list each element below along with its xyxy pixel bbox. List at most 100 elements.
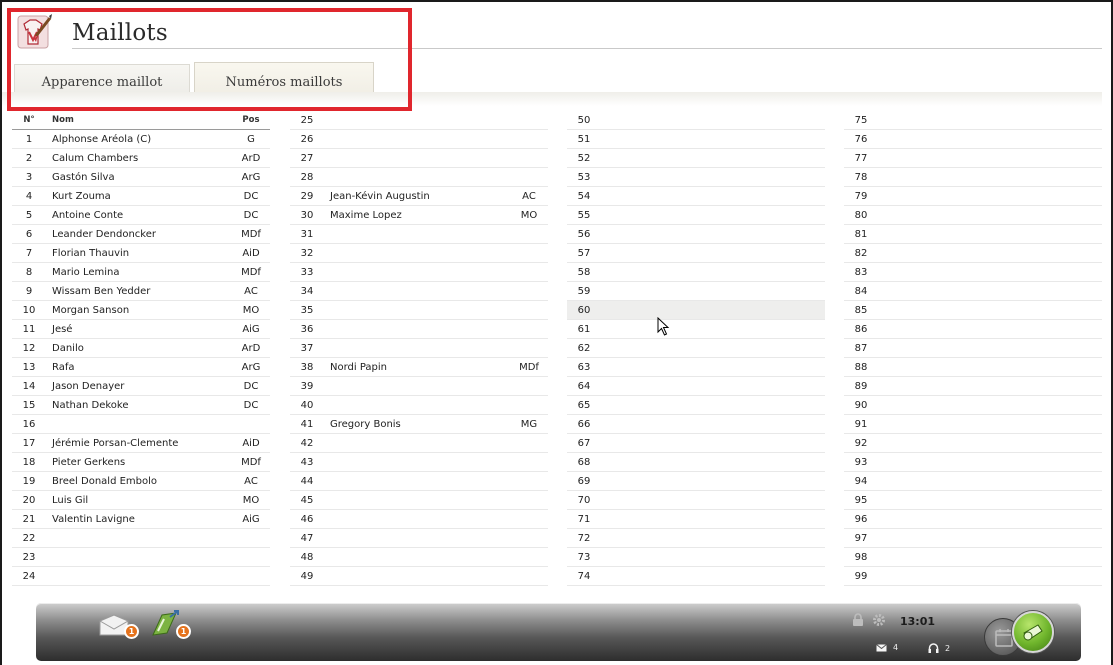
table-row[interactable]: 31 <box>290 225 548 244</box>
table-row[interactable]: 77 <box>844 149 1102 168</box>
table-row[interactable]: 99 <box>844 567 1102 586</box>
table-row[interactable]: 96 <box>844 510 1102 529</box>
support-indicator[interactable]: 2 <box>928 643 950 654</box>
table-row[interactable]: 90 <box>844 396 1102 415</box>
table-row[interactable]: 39 <box>290 377 548 396</box>
table-row[interactable]: 84 <box>844 282 1102 301</box>
table-row[interactable]: 79 <box>844 187 1102 206</box>
table-row[interactable]: 94 <box>844 472 1102 491</box>
table-row[interactable]: 11 Jesé AiG <box>12 320 270 339</box>
table-row[interactable]: 57 <box>567 244 825 263</box>
table-row[interactable]: 10 Morgan Sanson MO <box>12 301 270 320</box>
table-row[interactable]: 80 <box>844 206 1102 225</box>
table-row[interactable]: 7 Florian Thauvin AiD <box>12 244 270 263</box>
table-row[interactable]: 25 <box>290 111 548 130</box>
table-row[interactable]: 83 <box>844 263 1102 282</box>
table-row[interactable]: 42 <box>290 434 548 453</box>
table-row[interactable]: 16 <box>12 415 270 434</box>
messages-indicator[interactable]: 4 <box>876 643 898 652</box>
table-row[interactable]: 64 <box>567 377 825 396</box>
table-row[interactable]: 35 <box>290 301 548 320</box>
table-row[interactable]: 89 <box>844 377 1102 396</box>
table-row[interactable]: 12 Danilo ArD <box>12 339 270 358</box>
table-row[interactable]: 33 <box>290 263 548 282</box>
table-row[interactable]: 66 <box>567 415 825 434</box>
table-row[interactable]: 50 <box>567 111 825 130</box>
continue-button[interactable] <box>1012 611 1054 653</box>
table-row[interactable]: 65 <box>567 396 825 415</box>
table-row[interactable]: 46 <box>290 510 548 529</box>
table-row[interactable]: 97 <box>844 529 1102 548</box>
table-row[interactable]: 36 <box>290 320 548 339</box>
table-row[interactable]: 4 Kurt Zouma DC <box>12 187 270 206</box>
table-row[interactable]: 59 <box>567 282 825 301</box>
table-row[interactable]: 49 <box>290 567 548 586</box>
table-row[interactable]: 47 <box>290 529 548 548</box>
lock-icon[interactable] <box>852 612 864 631</box>
table-row[interactable]: 8 Mario Lemina MDf <box>12 263 270 282</box>
table-row[interactable]: 76 <box>844 130 1102 149</box>
table-row[interactable]: 18 Pieter Gerkens MDf <box>12 453 270 472</box>
table-row[interactable]: 51 <box>567 130 825 149</box>
table-row[interactable]: 23 <box>12 548 270 567</box>
table-row[interactable]: 41 Gregory Bonis MG <box>290 415 548 434</box>
table-row[interactable]: 75 <box>844 111 1102 130</box>
table-row[interactable]: 30 Maxime Lopez MO <box>290 206 548 225</box>
table-row[interactable]: 74 <box>567 567 825 586</box>
table-row[interactable]: 2 Calum Chambers ArD <box>12 149 270 168</box>
table-row[interactable]: 72 <box>567 529 825 548</box>
table-row[interactable]: 69 <box>567 472 825 491</box>
table-row[interactable]: 58 <box>567 263 825 282</box>
table-row[interactable]: 45 <box>290 491 548 510</box>
table-row[interactable]: 81 <box>844 225 1102 244</box>
table-row[interactable]: 56 <box>567 225 825 244</box>
table-row[interactable]: 68 <box>567 453 825 472</box>
table-row[interactable]: 78 <box>844 168 1102 187</box>
table-row[interactable]: 98 <box>844 548 1102 567</box>
gear-icon[interactable] <box>872 612 886 631</box>
table-row[interactable]: 63 <box>567 358 825 377</box>
table-row[interactable]: 17 Jérémie Porsan-Clemente AiD <box>12 434 270 453</box>
table-row[interactable]: 53 <box>567 168 825 187</box>
table-row[interactable]: 85 <box>844 301 1102 320</box>
table-row[interactable]: 22 <box>12 529 270 548</box>
table-row[interactable]: 48 <box>290 548 548 567</box>
table-row[interactable]: 5 Antoine Conte DC <box>12 206 270 225</box>
table-row[interactable]: 86 <box>844 320 1102 339</box>
table-row[interactable]: 55 <box>567 206 825 225</box>
table-row[interactable]: 93 <box>844 453 1102 472</box>
table-row[interactable]: 43 <box>290 453 548 472</box>
table-row[interactable]: 88 <box>844 358 1102 377</box>
table-row[interactable]: 70 <box>567 491 825 510</box>
table-row[interactable]: 24 <box>12 567 270 586</box>
table-row[interactable]: 61 <box>567 320 825 339</box>
table-row[interactable]: 82 <box>844 244 1102 263</box>
table-row[interactable]: 1 Alphonse Aréola (C) G <box>12 130 270 149</box>
table-row[interactable]: 71 <box>567 510 825 529</box>
table-row[interactable]: 73 <box>567 548 825 567</box>
table-row[interactable]: 26 <box>290 130 548 149</box>
table-row[interactable]: 91 <box>844 415 1102 434</box>
table-row[interactable]: 87 <box>844 339 1102 358</box>
table-row[interactable]: 38 Nordi Papin MDf <box>290 358 548 377</box>
table-row[interactable]: 37 <box>290 339 548 358</box>
table-row[interactable]: 34 <box>290 282 548 301</box>
table-row[interactable]: 44 <box>290 472 548 491</box>
table-row[interactable]: 54 <box>567 187 825 206</box>
table-row[interactable]: 21 Valentin Lavigne AiG <box>12 510 270 529</box>
table-row[interactable]: 3 Gastón Silva ArG <box>12 168 270 187</box>
table-row[interactable]: 60 <box>567 301 825 320</box>
table-row[interactable]: 62 <box>567 339 825 358</box>
table-row[interactable]: 14 Jason Denayer DC <box>12 377 270 396</box>
table-row[interactable]: 67 <box>567 434 825 453</box>
table-row[interactable]: 9 Wissam Ben Yedder AC <box>12 282 270 301</box>
table-row[interactable]: 95 <box>844 491 1102 510</box>
table-row[interactable]: 19 Breel Donald Embolo AC <box>12 472 270 491</box>
table-row[interactable]: 92 <box>844 434 1102 453</box>
table-row[interactable]: 15 Nathan Dekoke DC <box>12 396 270 415</box>
table-row[interactable]: 32 <box>290 244 548 263</box>
table-row[interactable]: 52 <box>567 149 825 168</box>
table-row[interactable]: 6 Leander Dendoncker MDf <box>12 225 270 244</box>
table-row[interactable]: 29 Jean-Kévin Augustin AC <box>290 187 548 206</box>
table-row[interactable]: 27 <box>290 149 548 168</box>
